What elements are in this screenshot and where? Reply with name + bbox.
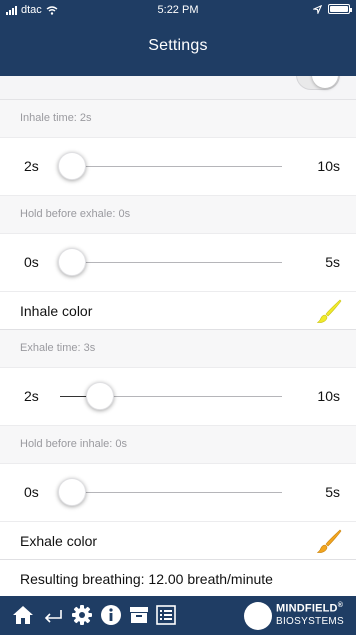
settings-list[interactable]: Inhale time: 2s 2s 10s Hold before exhal… bbox=[0, 76, 356, 596]
cut-off-toggle-row bbox=[0, 76, 356, 100]
logo-text-line1: MINDFIELD® bbox=[276, 602, 344, 615]
hold-before-inhale-label: Hold before inhale: 0s bbox=[20, 438, 128, 450]
inhale-time-slider-row: 2s 10s bbox=[0, 138, 356, 196]
hold-before-exhale-slider-thumb[interactable] bbox=[58, 248, 86, 276]
back-icon[interactable] bbox=[42, 604, 64, 626]
exhale-time-slider-row: 2s 10s bbox=[0, 368, 356, 426]
hold-before-inhale-max: 5s bbox=[325, 484, 340, 500]
inhale-time-label: Inhale time: 2s bbox=[20, 112, 92, 124]
mindfield-logo: MINDFIELD® BIOSYSTEMS bbox=[244, 600, 350, 632]
setting-toggle[interactable] bbox=[296, 76, 340, 90]
info-icon[interactable] bbox=[100, 604, 122, 626]
exhale-time-min: 2s bbox=[24, 388, 39, 404]
hold-before-inhale-slider-thumb[interactable] bbox=[58, 478, 86, 506]
hold-before-exhale-label-row: Hold before exhale: 0s bbox=[0, 196, 356, 234]
toggle-knob bbox=[312, 76, 338, 88]
hold-before-exhale-label: Hold before exhale: 0s bbox=[20, 208, 131, 220]
inhale-time-label-row: Inhale time: 2s bbox=[0, 100, 356, 138]
nav-header: dtac 5:22 PM Settings bbox=[0, 0, 356, 76]
inhale-time-slider-thumb[interactable] bbox=[58, 152, 86, 180]
hold-before-inhale-slider-row: 0s 5s bbox=[0, 464, 356, 522]
logo-text-line2: BIOSYSTEMS bbox=[276, 616, 345, 627]
hold-before-inhale-label-row: Hold before inhale: 0s bbox=[0, 426, 356, 464]
hold-before-exhale-min: 0s bbox=[24, 254, 39, 270]
slider-track[interactable] bbox=[60, 166, 282, 167]
location-arrow-icon bbox=[313, 4, 322, 14]
hold-before-exhale-slider-row: 0s 5s bbox=[0, 234, 356, 292]
inhale-time-min: 2s bbox=[24, 158, 39, 174]
inhale-color-row[interactable]: Inhale color bbox=[0, 292, 356, 330]
slider-fill bbox=[60, 396, 88, 397]
archive-icon[interactable] bbox=[128, 604, 150, 626]
exhale-color-row[interactable]: Exhale color bbox=[0, 522, 356, 560]
hold-before-inhale-min: 0s bbox=[24, 484, 39, 500]
exhale-time-label-row: Exhale time: 3s bbox=[0, 330, 356, 368]
paintbrush-icon[interactable] bbox=[316, 528, 342, 554]
list-icon[interactable] bbox=[155, 604, 177, 626]
inhale-time-max: 10s bbox=[317, 158, 340, 174]
hold-before-exhale-max: 5s bbox=[325, 254, 340, 270]
gear-icon[interactable] bbox=[71, 604, 93, 626]
logo-head-icon bbox=[244, 602, 272, 630]
status-time: 5:22 PM bbox=[157, 4, 199, 16]
paintbrush-icon[interactable] bbox=[316, 298, 342, 324]
battery-icon bbox=[328, 4, 352, 14]
slider-track[interactable] bbox=[60, 492, 282, 493]
slider-track[interactable] bbox=[60, 262, 282, 263]
resulting-breathing-text: Resulting breathing: 12.00 breath/minute bbox=[20, 571, 273, 587]
exhale-time-slider-thumb[interactable] bbox=[85, 382, 114, 410]
home-icon[interactable] bbox=[12, 604, 34, 626]
exhale-time-max: 10s bbox=[317, 388, 340, 404]
inhale-color-label: Inhale color bbox=[20, 303, 93, 319]
status-bar: dtac 5:22 PM bbox=[0, 0, 356, 22]
page-title: Settings bbox=[148, 37, 208, 54]
exhale-time-label: Exhale time: 3s bbox=[20, 342, 96, 354]
resulting-breathing-row: Resulting breathing: 12.00 breath/minute bbox=[0, 560, 356, 596]
exhale-color-label: Exhale color bbox=[20, 533, 98, 549]
bottom-tab-bar: MINDFIELD® BIOSYSTEMS bbox=[0, 596, 356, 635]
status-right bbox=[313, 4, 352, 14]
